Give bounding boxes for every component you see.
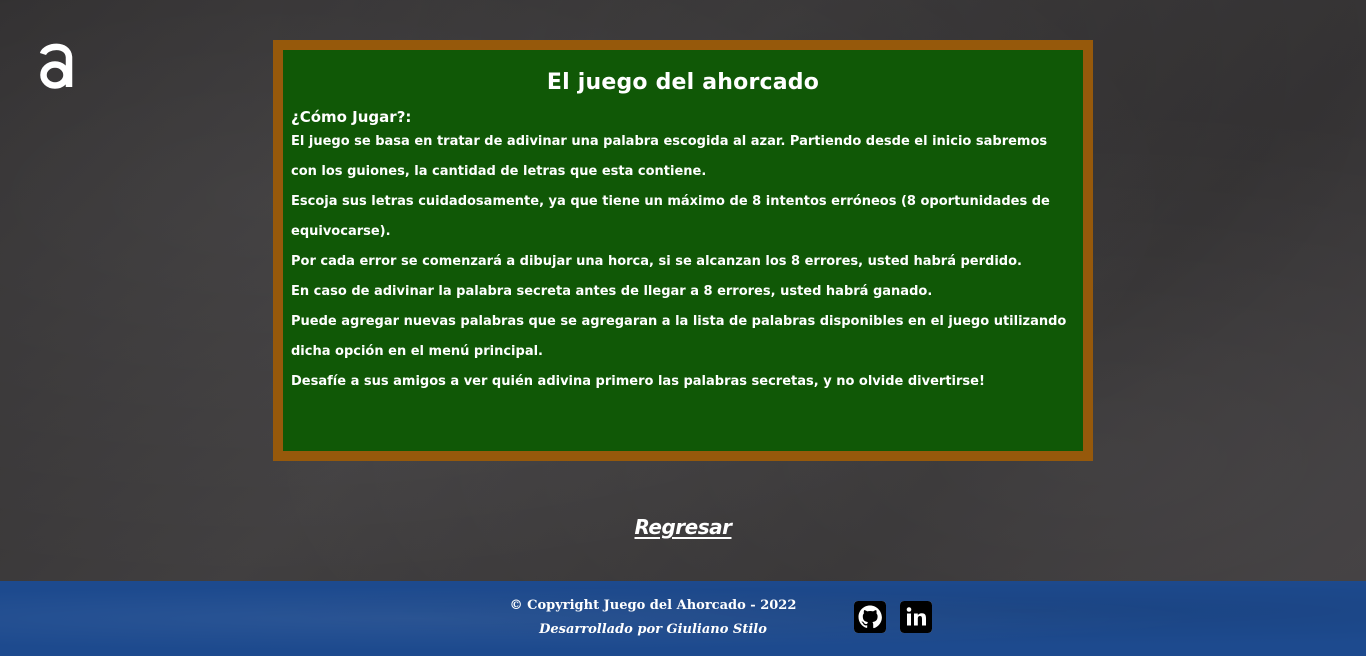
board-title: El juego del ahorcado <box>546 70 820 95</box>
copyright-text: © Copyright Juego del Ahorcado - 2022 <box>509 598 797 613</box>
rule-item: Escoja sus letras cuidadosamente, ya que… <box>291 194 1050 239</box>
linkedin-icon <box>900 601 932 633</box>
rule-item: Por cada error se comenzará a dibujar un… <box>291 254 1022 269</box>
rule-item: En caso de adivinar la palabra secreta a… <box>291 284 933 299</box>
rules-list: El juego se basa en tratar de adivinar u… <box>291 127 1075 397</box>
logo[interactable] <box>38 40 74 90</box>
instructions-board: El juego del ahorcado ¿Cómo Jugar?: El j… <box>273 40 1093 461</box>
back-link[interactable]: Regresar <box>610 515 756 539</box>
footer-text: © Copyright Juego del Ahorcado - 2022 De… <box>503 597 803 639</box>
rule-item: Puede agregar nuevas palabras que se agr… <box>291 314 1067 359</box>
rule-item: El juego se basa en tratar de adivinar u… <box>291 134 1048 179</box>
developer-credit: Desarrollado por Giuliano Stilo <box>539 622 767 637</box>
how-to-play-heading: ¿Cómo Jugar?: <box>291 108 412 126</box>
letter-a-logo-icon <box>39 43 73 89</box>
linkedin-link[interactable] <box>900 601 932 633</box>
footer: © Copyright Juego del Ahorcado - 2022 De… <box>0 581 1366 656</box>
github-link[interactable] <box>854 601 886 633</box>
rule-item: Desafíe a sus amigos a ver quién adivina… <box>291 374 985 389</box>
github-icon <box>854 601 886 633</box>
